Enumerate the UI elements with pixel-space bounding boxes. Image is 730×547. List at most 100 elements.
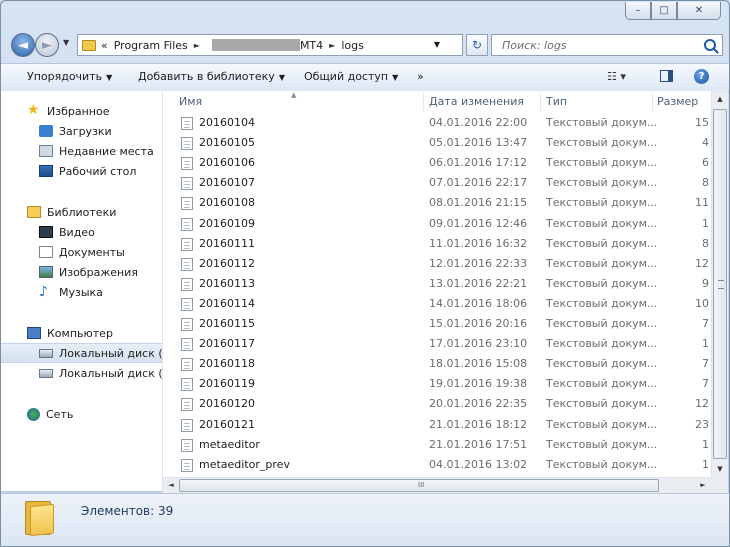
forward-button[interactable]: ►: [35, 33, 59, 57]
file-row[interactable]: 20160120 20.01.2016 22:35 Текстовый докум.…: [163, 394, 711, 414]
text-file-icon: [181, 137, 193, 151]
nav-disk-c[interactable]: Локальный диск (C: [1, 343, 162, 363]
breadcrumb-separator-icon[interactable]: ►: [329, 41, 335, 50]
file-size: 10: [695, 296, 709, 310]
file-size: 15: [695, 116, 709, 129]
file-size: 4: [702, 136, 709, 150]
file-type: Текстовый докум...: [546, 417, 656, 431]
address-bar[interactable]: « Program Files ► MT4 ► logs ▼: [77, 34, 463, 56]
back-button[interactable]: ◄: [11, 33, 35, 57]
file-row[interactable]: 20160119 19.01.2016 19:38 Текстовый докум.…: [163, 374, 711, 394]
search-input[interactable]: [500, 37, 704, 53]
search-icon[interactable]: [704, 39, 716, 51]
file-row[interactable]: 20160117 17.01.2016 23:10 Текстовый докум.…: [163, 334, 711, 354]
file-row[interactable]: 20160106 06.01.2016 17:12 Текстовый докум.…: [163, 153, 711, 173]
file-name: 20160117: [199, 337, 255, 351]
file-type: Текстовый докум...: [546, 116, 656, 129]
file-row[interactable]: 20160108 08.01.2016 21:15 Текстовый докум.…: [163, 193, 711, 213]
share-menu[interactable]: Общий доступ ▼: [304, 70, 398, 83]
file-row[interactable]: 20160107 07.01.2016 22:17 Текстовый докум.…: [163, 173, 711, 193]
breadcrumb-overflow[interactable]: «: [101, 39, 108, 52]
file-size: 9: [702, 276, 709, 290]
file-row[interactable]: 20160118 18.01.2016 15:08 Текстовый докум.…: [163, 354, 711, 374]
breadcrumb-separator-icon[interactable]: ►: [194, 41, 200, 50]
text-file-icon: [181, 177, 193, 191]
file-type: Текстовый докум...: [546, 457, 656, 471]
change-view-button[interactable]: ☷ ▾: [607, 70, 626, 83]
file-name: 20160106: [199, 156, 255, 170]
vertical-scroll-thumb[interactable]: [713, 109, 727, 459]
navigation-bar: ◄ ► ▼ « Program Files ► MT4 ► logs ▼ ↻: [1, 29, 729, 61]
scroll-down-button[interactable]: ▼: [712, 461, 728, 477]
search-box[interactable]: [491, 34, 723, 56]
organize-menu[interactable]: Упорядочить ▼: [27, 70, 112, 83]
video-icon: [39, 226, 53, 238]
command-bar: Упорядочить ▼ Добавить в библиотеку ▼ Общи…: [1, 63, 729, 92]
file-date: 04.01.2016 13:02: [429, 457, 528, 471]
file-size: 7: [702, 357, 709, 371]
column-divider[interactable]: [540, 93, 541, 111]
file-row[interactable]: 20160109 09.01.2016 12:46 Текстовый докум.…: [163, 214, 711, 234]
explorer-window: – □ ✕ ◄ ► ▼ « Program Files ► MT4 ► logs…: [0, 0, 730, 547]
close-button[interactable]: ✕: [677, 2, 721, 20]
nav-network[interactable]: Сеть: [1, 404, 188, 424]
window-controls: – □ ✕: [625, 2, 721, 20]
file-type: Текстовый докум...: [546, 377, 656, 391]
column-header-type[interactable]: Тип: [546, 95, 567, 108]
nav-libraries[interactable]: Библиотеки: [1, 202, 188, 222]
breadcrumb-program-files[interactable]: Program Files: [114, 39, 188, 52]
nav-video-label: Видео: [59, 225, 95, 239]
scroll-left-button[interactable]: ◄: [163, 478, 179, 493]
column-header-name[interactable]: Имя: [179, 95, 202, 108]
preview-pane-icon[interactable]: [660, 70, 673, 82]
file-date: 21.01.2016 18:12: [429, 417, 528, 431]
file-row[interactable]: 20160115 15.01.2016 20:16 Текстовый докум.…: [163, 314, 711, 334]
file-row[interactable]: metaeditor_prev 04.01.2016 13:02 Текстовый…: [163, 455, 711, 475]
recent-pages-dropdown-icon[interactable]: ▼: [63, 38, 69, 47]
vertical-scrollbar[interactable]: ▲ ▼: [711, 91, 728, 477]
maximize-button[interactable]: □: [651, 2, 677, 20]
file-size: 1: [702, 457, 709, 471]
scroll-right-button[interactable]: ►: [695, 478, 711, 493]
file-row[interactable]: 20160112 12.01.2016 22:33 Текстовый докум.…: [163, 254, 711, 274]
breadcrumb-mt4[interactable]: MT4: [300, 39, 323, 52]
horizontal-scroll-thumb[interactable]: III: [179, 479, 659, 492]
address-dropdown-icon[interactable]: ▼: [434, 40, 440, 49]
file-row[interactable]: 20160111 11.01.2016 16:32 Текстовый докум.…: [163, 234, 711, 254]
scroll-up-button[interactable]: ▲: [712, 91, 728, 107]
file-type: Текстовый докум...: [546, 317, 656, 330]
more-commands-button[interactable]: »: [417, 70, 424, 83]
column-header-date[interactable]: Дата изменения: [429, 95, 524, 108]
sort-ascending-icon: ▲: [291, 91, 297, 99]
file-row[interactable]: 20160104 04.01.2016 22:00 Текстовый докум.…: [163, 113, 711, 133]
redacted-breadcrumb: [211, 39, 300, 51]
breadcrumb-logs[interactable]: logs: [341, 39, 364, 52]
text-file-icon: [181, 398, 193, 412]
file-row[interactable]: 20160114 14.01.2016 18:06 Текстовый докум.…: [163, 294, 711, 314]
column-divider[interactable]: [652, 93, 653, 111]
file-row[interactable]: metaeditor 21.01.2016 17:51 Текстовый доку…: [163, 435, 711, 455]
scrollbar-corner: [711, 477, 728, 493]
add-to-library-menu[interactable]: Добавить в библиотеку ▼: [138, 70, 285, 83]
help-icon[interactable]: ?: [694, 69, 709, 84]
file-date: 13.01.2016 22:21: [429, 276, 528, 290]
file-row[interactable]: 20160105 05.01.2016 13:47 Текстовый докум.…: [163, 133, 711, 153]
recent-places-icon: [39, 145, 53, 157]
refresh-button[interactable]: ↻: [466, 34, 488, 56]
file-row[interactable]: 20160113 13.01.2016 22:21 Текстовый докум.…: [163, 274, 711, 294]
horizontal-scrollbar[interactable]: ◄ III ►: [163, 477, 711, 493]
file-date: 17.01.2016 23:10: [429, 337, 528, 351]
nav-computer[interactable]: Компьютер: [1, 323, 188, 343]
column-divider[interactable]: [423, 93, 424, 111]
file-size: 7: [702, 377, 709, 391]
nav-favorites[interactable]: ★ Избранное: [1, 101, 188, 121]
chevron-down-icon: ▼: [278, 73, 285, 82]
column-header-size[interactable]: Размер: [657, 95, 698, 108]
minimize-button[interactable]: –: [625, 2, 651, 20]
file-date: 08.01.2016 21:15: [429, 196, 528, 210]
file-size: 8: [702, 236, 709, 250]
file-row[interactable]: 20160121 21.01.2016 18:12 Текстовый докум.…: [163, 415, 711, 435]
text-file-icon: [181, 338, 193, 352]
text-file-icon: [181, 358, 193, 372]
file-date: 04.01.2016 22:00: [429, 116, 528, 129]
